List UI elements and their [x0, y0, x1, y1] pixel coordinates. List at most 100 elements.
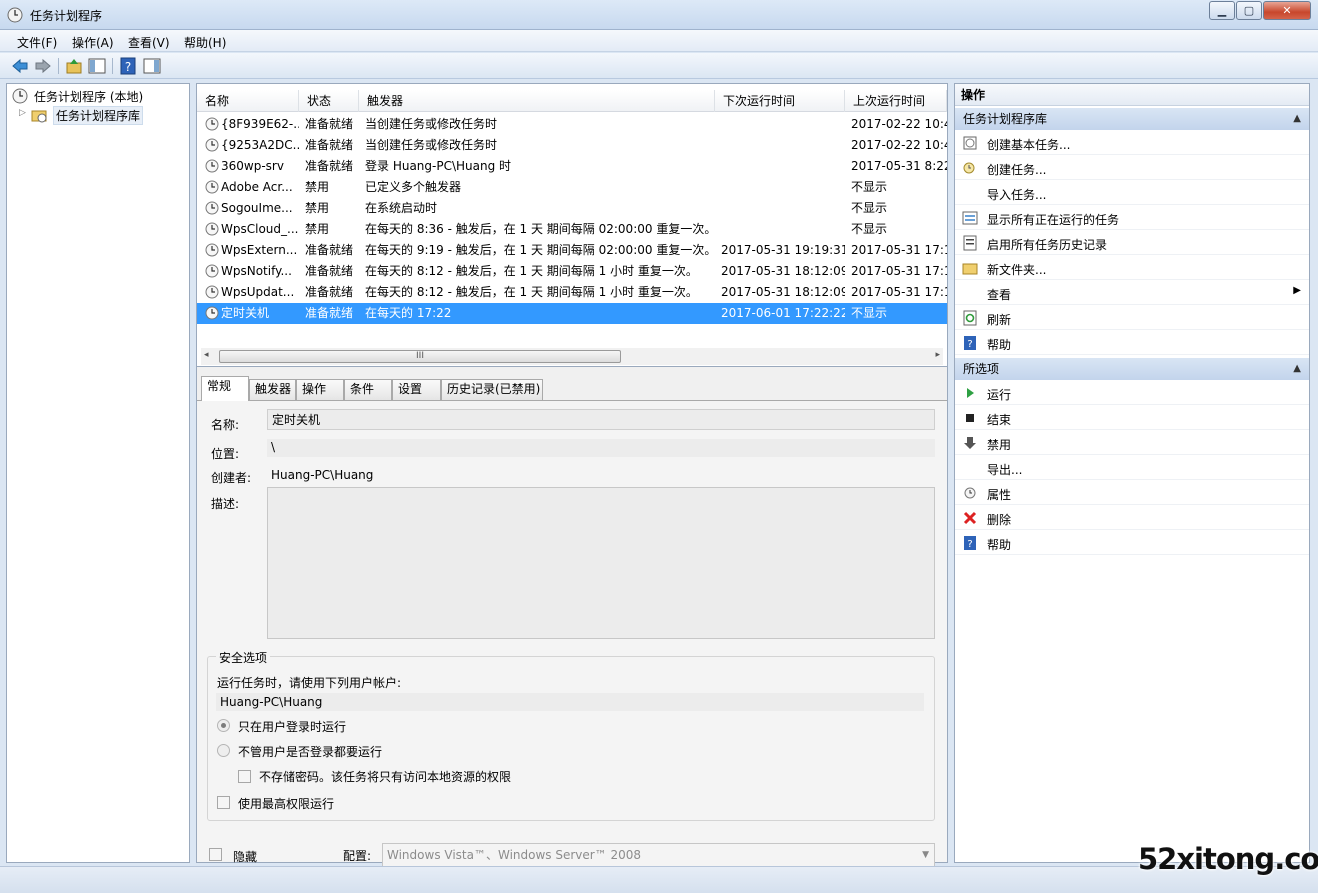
task-cell-trigger: 当创建任务或修改任务时 — [365, 117, 498, 131]
task-cell-trigger: 登录 Huang-PC\Huang 时 — [365, 159, 512, 173]
menu-action[interactable]: 操作(A) — [72, 34, 114, 51]
watermark: 52xitong.com — [1138, 842, 1318, 876]
action-blank[interactable]: 导出... — [955, 456, 1309, 480]
horizontal-scrollbar[interactable]: ◂ III ▸ — [201, 348, 943, 365]
tree-item-library[interactable]: ▷ 任务计划程序库 — [19, 106, 149, 125]
help-icon: ? — [964, 336, 976, 350]
location-value: \ — [267, 439, 935, 457]
run-as-user: Huang-PC\Huang — [216, 693, 924, 711]
task-cell-last: 2017-05-31 17:1 — [851, 264, 947, 278]
task-cell-next: 2017-05-31 19:19:31 — [721, 243, 845, 257]
scroll-right-icon[interactable]: ▸ — [935, 350, 940, 360]
task-row[interactable]: WpsUpdat... 准备就绪 在每天的 8:12 - 触发后，在 1 天 期间每… — [197, 282, 947, 303]
chevron-down-icon: ▼ — [922, 850, 929, 860]
general-tab-panel: 名称: 定时关机 位置: \ 创建者: Huang-PC\Huang 描述: 安… — [197, 400, 947, 867]
back-arrow-icon[interactable] — [11, 57, 29, 75]
column-header-name[interactable]: 名称 — [197, 90, 299, 112]
action-history[interactable]: 启用所有任务历史记录 — [955, 231, 1309, 255]
tab-settings[interactable]: 设置 — [392, 379, 441, 400]
action-refresh[interactable]: 刷新 — [955, 306, 1309, 330]
checkbox-highest-privileges[interactable] — [217, 796, 230, 809]
section-library-label: 任务计划程序库 — [963, 112, 1048, 126]
maximize-button[interactable]: ▢ — [1236, 1, 1262, 20]
task-cell-next — [721, 135, 845, 156]
section-selected-item[interactable]: 所选项 ▲ — [955, 358, 1309, 380]
tab-history[interactable]: 历史记录(已禁用) — [441, 379, 543, 400]
task-cell-next: 2017-06-01 17:22:22 — [721, 306, 845, 320]
action-help[interactable]: ? 帮助 — [955, 531, 1309, 555]
radio-run-logged-on[interactable] — [217, 719, 230, 732]
action-label: 刷新 — [987, 313, 1012, 327]
task-cell-next — [721, 114, 845, 135]
menu-help[interactable]: 帮助(H) — [184, 34, 226, 51]
action-running-tasks[interactable]: 显示所有正在运行的任务 — [955, 206, 1309, 230]
column-header-next-run[interactable]: 下次运行时间 — [715, 90, 845, 112]
checkbox-no-password[interactable] — [238, 770, 251, 783]
task-row[interactable]: {8F939E62-... 准备就绪 当创建任务或修改任务时 2017-02-22 1… — [197, 114, 947, 135]
column-header-trigger[interactable]: 触发器 — [359, 90, 715, 112]
task-cell-trigger: 在每天的 17:22 — [365, 306, 452, 320]
close-button[interactable]: ✕ — [1263, 1, 1311, 20]
up-folder-icon[interactable] — [65, 57, 83, 75]
task-row[interactable]: SogouIme... 禁用 在系统启动时 不显示 — [197, 198, 947, 219]
task-clock-icon — [205, 201, 219, 215]
task-row[interactable]: 定时关机 准备就绪 在每天的 17:22 2017-06-01 17:22:22 不显示 — [197, 303, 947, 324]
tree-item-root[interactable]: 任务计划程序 (本地) — [12, 87, 182, 105]
show-hide-action-pane-icon[interactable] — [143, 57, 161, 75]
forward-arrow-icon[interactable] — [34, 57, 52, 75]
security-options-title: 安全选项 — [216, 649, 271, 666]
collapse-up-icon[interactable]: ▲ — [1293, 108, 1301, 130]
action-properties[interactable]: 属性 — [955, 481, 1309, 505]
disable-icon — [964, 437, 976, 449]
action-delete[interactable]: 删除 — [955, 506, 1309, 530]
collapse-up-icon[interactable]: ▲ — [1293, 358, 1301, 380]
task-cell-next: 2017-05-31 18:12:09 — [721, 285, 845, 299]
action-label: 显示所有正在运行的任务 — [987, 213, 1120, 227]
tab-conditions[interactable]: 条件 — [344, 379, 392, 400]
section-library[interactable]: 任务计划程序库 ▲ — [955, 108, 1309, 130]
tab-triggers[interactable]: 触发器 — [249, 379, 296, 400]
column-header-status[interactable]: 状态 — [299, 90, 359, 112]
action-label: 创建任务... — [987, 163, 1047, 177]
tab-general[interactable]: 常规 — [201, 376, 249, 401]
name-field[interactable]: 定时关机 — [267, 409, 935, 430]
action-disable[interactable]: 禁用 — [955, 431, 1309, 455]
task-row[interactable]: {9253A2DC... 准备就绪 当创建任务或修改任务时 2017-02-22 10… — [197, 135, 947, 156]
task-row[interactable]: 360wp-srv 准备就绪 登录 Huang-PC\Huang 时 2017-05-… — [197, 156, 947, 177]
task-row[interactable]: WpsExtern... 准备就绪 在每天的 9:19 - 触发后，在 1 天 期间… — [197, 240, 947, 261]
config-dropdown[interactable]: Windows Vista™、Windows Server™ 2008 ▼ — [382, 843, 935, 867]
description-field[interactable] — [267, 487, 935, 639]
radio-run-whether-logged[interactable] — [217, 744, 230, 757]
scroll-left-icon[interactable]: ◂ — [204, 350, 209, 360]
scrollbar-thumb[interactable]: III — [219, 350, 621, 363]
action-create-basic-task[interactable]: 创建基本任务... — [955, 131, 1309, 155]
action-create-task[interactable]: 创建任务... — [955, 156, 1309, 180]
task-clock-icon — [205, 285, 219, 299]
properties-icon — [964, 487, 976, 499]
help-icon[interactable]: ? — [119, 57, 137, 75]
action-end[interactable]: 结束 — [955, 406, 1309, 430]
menu-view[interactable]: 查看(V) — [128, 34, 170, 51]
action-blank[interactable]: 导入任务... — [955, 181, 1309, 205]
task-cell-next — [721, 198, 845, 219]
action-run[interactable]: 运行 — [955, 381, 1309, 405]
svg-text:?: ? — [125, 60, 131, 74]
action-blank[interactable]: 查看 ▶ — [955, 281, 1309, 305]
action-new-folder[interactable]: 新文件夹... — [955, 256, 1309, 280]
task-row[interactable]: WpsCloud_... 禁用 在每天的 8:36 - 触发后，在 1 天 期间每隔… — [197, 219, 947, 240]
expand-arrow-icon[interactable]: ▷ — [19, 108, 26, 118]
actions-pane: 操作 任务计划程序库 ▲ 创建基本任务... 创建任务... 导入任务... 显示所有… — [954, 83, 1310, 863]
svg-text:?: ? — [967, 539, 972, 550]
minimize-button[interactable]: ▁ — [1209, 1, 1235, 20]
menu-file[interactable]: 文件(F) — [17, 34, 57, 51]
column-header-last-run[interactable]: 上次运行时间 — [845, 90, 947, 112]
delete-icon — [963, 511, 977, 525]
action-help[interactable]: ? 帮助 — [955, 331, 1309, 355]
show-hide-tree-icon[interactable] — [88, 57, 106, 75]
task-row[interactable]: WpsNotify... 准备就绪 在每天的 8:12 - 触发后，在 1 天 期间… — [197, 261, 947, 282]
task-cell-name: WpsExtern... — [221, 243, 298, 257]
task-clock-icon — [205, 138, 219, 152]
checkbox-hidden[interactable] — [209, 848, 222, 861]
task-row[interactable]: Adobe Acr... 禁用 已定义多个触发器 不显示 — [197, 177, 947, 198]
tab-actions[interactable]: 操作 — [296, 379, 344, 400]
